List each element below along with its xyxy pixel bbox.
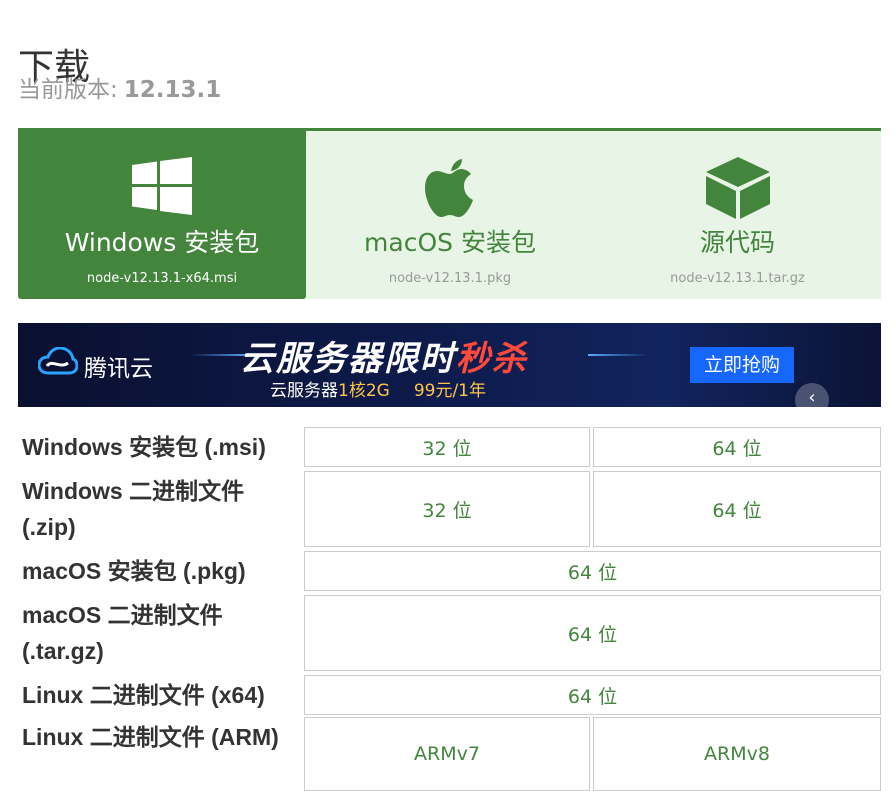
version-number: 12.13.1 [123, 77, 222, 103]
headline-hot: 秒杀 [456, 339, 528, 379]
windows-icon [132, 157, 192, 219]
download-link[interactable]: ARMv8 [593, 717, 881, 791]
download-link[interactable]: 32 位 [304, 427, 590, 467]
row-label: Windows 安装包 (.msi) [22, 434, 266, 460]
tab-label: Windows 安装包 [64, 228, 260, 257]
download-link[interactable]: ARMv7 [304, 717, 590, 791]
table-row: macOS 二进制文件 (.tar.gz) 64 位 [18, 595, 881, 673]
current-version: 当前版本: 12.13.1 [18, 70, 221, 104]
row-label: Windows 二进制文件 (.zip) [22, 478, 245, 540]
download-link[interactable]: 64 位 [593, 427, 881, 467]
row-label: Linux 二进制文件 (x64) [22, 682, 265, 708]
tab-filename: node-v12.13.1.tar.gz [670, 271, 805, 286]
tab-filename: node-v12.13.1.pkg [388, 271, 512, 286]
table-row: Linux 二进制文件 (ARM) ARMv7 ARMv8 [18, 717, 881, 791]
sub-prefix: 云服务器 [270, 381, 338, 401]
cloud-logo-icon [37, 346, 79, 379]
tab-filename: node-v12.13.1-x64.msi [86, 271, 238, 286]
row-label: Linux 二进制文件 (ARM) [22, 724, 279, 750]
banner-brand: 腾讯云 [84, 356, 153, 382]
banner-headline: 云服务器限时秒杀 [240, 331, 528, 380]
table-row: Windows 二进制文件 (.zip) 32 位 64 位 [18, 471, 881, 549]
download-link[interactable]: 64 位 [593, 471, 881, 547]
row-label: macOS 二进制文件 (.tar.gz) [22, 602, 223, 664]
download-link[interactable]: 64 位 [304, 551, 881, 591]
download-link[interactable]: 32 位 [304, 471, 590, 547]
banner-divider-right [588, 354, 648, 356]
buy-now-button[interactable]: 立即抢购 [690, 347, 794, 383]
headline-main: 云服务器限时 [240, 339, 456, 379]
version-label: 当前版本: [18, 77, 118, 103]
tab-windows-installer[interactable]: Windows 安装包 node-v12.13.1-x64.msi [18, 131, 306, 299]
table-row: Windows 安装包 (.msi) 32 位 64 位 [18, 425, 881, 469]
download-link[interactable]: 64 位 [304, 595, 881, 671]
tab-source-code[interactable]: 源代码 node-v12.13.1.tar.gz [594, 131, 881, 299]
table-row: Linux 二进制文件 (x64) 64 位 [18, 675, 881, 717]
tab-macos-installer[interactable]: macOS 安装包 node-v12.13.1.pkg [306, 131, 594, 299]
tab-label: macOS 安装包 [364, 228, 536, 257]
row-label: macOS 安装包 (.pkg) [22, 558, 246, 584]
sub-price: 99元/1年 [413, 381, 486, 401]
carousel-prev-icon[interactable]: ‹ [795, 383, 829, 407]
tab-label: 源代码 [699, 228, 775, 257]
apple-icon [425, 157, 475, 221]
sub-spec: 1核2G [338, 381, 390, 401]
banner-subtitle: 云服务器1核2G 99元/1年 [270, 376, 486, 401]
cube-icon [705, 157, 770, 223]
download-tabs: Windows 安装包 node-v12.13.1-x64.msi macOS … [18, 128, 881, 299]
table-row: macOS 安装包 (.pkg) 64 位 [18, 551, 881, 593]
promo-banner[interactable]: 腾讯云 云服务器限时秒杀 云服务器1核2G 99元/1年 立即抢购 ‹ [18, 323, 881, 407]
download-link[interactable]: 64 位 [304, 675, 881, 715]
